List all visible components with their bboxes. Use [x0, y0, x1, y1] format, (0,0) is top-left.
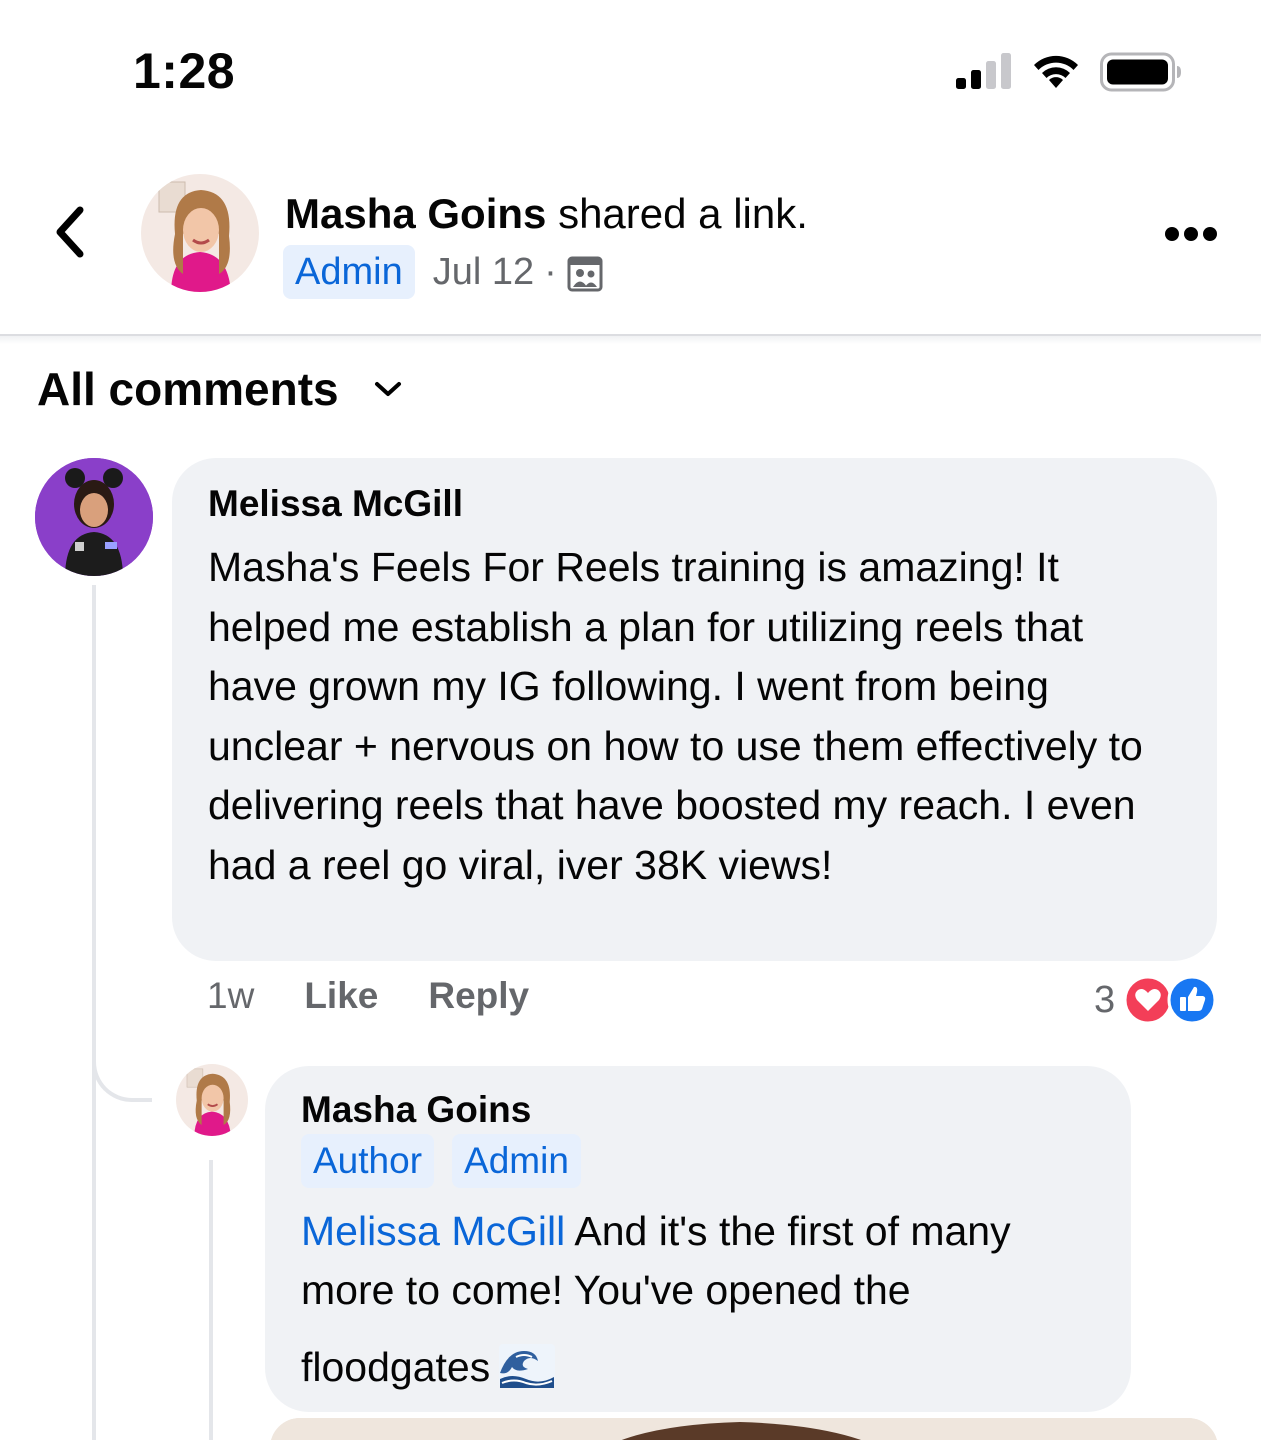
comment-actions: 1w Like Reply: [207, 975, 529, 1017]
avatar-photo: [35, 458, 153, 576]
like-button[interactable]: Like: [304, 975, 378, 1017]
admin-badge: Admin: [452, 1134, 581, 1188]
battery-icon: [1100, 52, 1181, 92]
post-header: Masha Goins shared a link. Admin Jul 12 …: [0, 140, 1261, 336]
reaction-count: 3: [1094, 978, 1116, 1021]
author-avatar[interactable]: [141, 174, 259, 292]
link-preview-image[interactable]: [270, 1418, 1218, 1440]
header-divider: [0, 336, 1261, 344]
like-reaction-icon: [1167, 975, 1217, 1025]
love-reaction-icon: [1123, 975, 1173, 1025]
chevron-down-icon: [374, 382, 401, 396]
reactions-summary[interactable]: 3: [1094, 975, 1217, 1025]
post-date[interactable]: Jul 12: [433, 251, 534, 294]
reply-author-avatar[interactable]: [176, 1064, 248, 1136]
post-title: Masha Goins shared a link.: [285, 190, 808, 238]
reply-author-name[interactable]: Masha Goins: [301, 1088, 1101, 1132]
wave-emoji-icon: [499, 1344, 556, 1388]
cellular-signal-icon: [956, 53, 1011, 89]
post-meta: Admin Jul 12 ·: [283, 245, 603, 299]
status-time: 1:28: [133, 43, 236, 99]
more-options-icon[interactable]: [1164, 226, 1218, 242]
avatar-photo: [141, 174, 259, 292]
reply-connector-line: [209, 1160, 213, 1440]
preview-photo: [270, 1418, 1218, 1440]
comment-text: Masha's Feels For Reels training is amaz…: [208, 544, 1143, 888]
reply-text: Melissa McGill And it's the first of man…: [301, 1202, 1101, 1397]
meta-separator: ·: [544, 250, 557, 293]
reply-bubble[interactable]: Masha Goins Author Admin Melissa McGill …: [265, 1066, 1131, 1412]
thread-connector-line: [92, 585, 96, 1440]
avatar-photo: [176, 1064, 248, 1136]
admin-badge: Admin: [283, 245, 415, 299]
commenter-avatar[interactable]: [35, 458, 153, 576]
group-audience-icon: [567, 256, 603, 292]
author-badge: Author: [301, 1134, 435, 1188]
reply-button[interactable]: Reply: [428, 975, 529, 1017]
thread-connector-curve: [92, 1040, 152, 1102]
reply-last-line: floodgates: [301, 1338, 1101, 1397]
comments-filter-dropdown[interactable]: All comments: [37, 362, 403, 416]
comment-time[interactable]: 1w: [207, 975, 254, 1017]
back-chevron-icon[interactable]: [48, 202, 92, 262]
mention-link[interactable]: Melissa McGill: [301, 1208, 565, 1254]
post-author-name[interactable]: Masha Goins: [285, 190, 546, 237]
reply-body-end: floodgates: [301, 1344, 491, 1390]
commenter-name[interactable]: Melissa McGill: [208, 482, 1183, 526]
reply-badges: Author Admin: [301, 1134, 1101, 1188]
wifi-icon: [1034, 55, 1078, 88]
post-action-text: shared a link.: [546, 190, 808, 237]
comments-filter-label: All comments: [37, 363, 339, 415]
status-bar: 1:28: [0, 0, 1261, 140]
comment-bubble[interactable]: Melissa McGill Masha's Feels For Reels t…: [172, 458, 1217, 961]
